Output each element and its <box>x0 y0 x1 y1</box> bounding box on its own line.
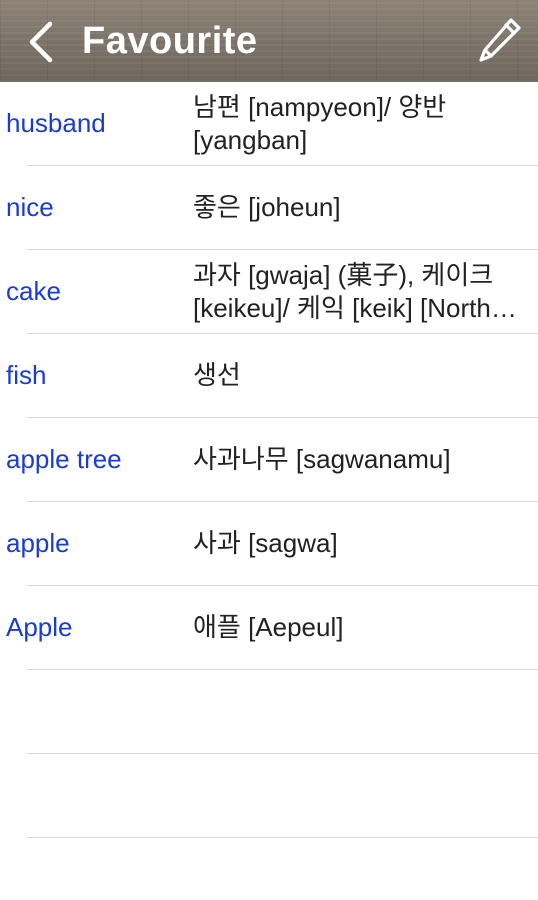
meaning-label: 좋은 [joheun] <box>193 166 529 249</box>
meaning-text: 사과나무 [sagwanamu] <box>193 444 451 474</box>
page-title: Favourite <box>82 20 258 62</box>
pencil-icon <box>479 18 521 62</box>
list-item[interactable]: apple tree 사과나무 [sagwanamu] <box>0 418 538 502</box>
meaning-label: 애플 [Aepeul] <box>193 586 529 669</box>
meaning-label: 과자 [gwaja] (菓子), 케이크 [keikeu]/ 케익 [keik]… <box>193 250 529 333</box>
meaning-text: 사과 [sagwa] <box>193 528 338 558</box>
list-item[interactable]: Apple 애플 [Aepeul] <box>0 586 538 670</box>
meaning-label: 사과나무 [sagwanamu] <box>193 418 529 501</box>
chevron-left-icon <box>29 21 53 63</box>
term-label: apple tree <box>6 444 122 474</box>
meaning-text: 좋은 [joheun] <box>193 192 341 222</box>
back-button[interactable] <box>20 18 64 66</box>
meaning-text: 애플 [Aepeul] <box>193 612 344 642</box>
term-label: husband <box>6 108 106 138</box>
term-label: fish <box>6 360 47 390</box>
favourites-list: husband 남편 [nampyeon]/ 양반 [yangban] nice… <box>0 82 538 838</box>
list-item[interactable]: cake 과자 [gwaja] (菓子), 케이크 [keikeu]/ 케익 [… <box>0 250 538 334</box>
meaning-label: 생선 <box>193 334 529 417</box>
meaning-label: 사과 [sagwa] <box>193 502 529 585</box>
term-label: cake <box>6 276 61 306</box>
nav-bar: Favourite <box>0 0 538 82</box>
empty-row <box>0 670 538 754</box>
term-label: Apple <box>6 612 73 642</box>
list-item[interactable]: fish 생선 <box>0 334 538 418</box>
term-label: nice <box>6 192 54 222</box>
list-item[interactable]: husband 남편 [nampyeon]/ 양반 [yangban] <box>0 82 538 166</box>
meaning-text: 과자 [gwaja] (菓子), 케이크 [keikeu]/ 케익 [keik]… <box>193 259 494 323</box>
edit-button[interactable] <box>474 14 524 68</box>
empty-row <box>0 754 538 838</box>
meaning-label: 남편 [nampyeon]/ 양반 [yangban] <box>193 82 529 165</box>
list-item[interactable]: apple 사과 [sagwa] <box>0 502 538 586</box>
meaning-text: 생선 <box>193 360 241 390</box>
term-label: apple <box>6 528 70 558</box>
list-item[interactable]: nice 좋은 [joheun] <box>0 166 538 250</box>
meaning-text: 남편 [nampyeon]/ 양반 [yangban] <box>193 91 447 155</box>
